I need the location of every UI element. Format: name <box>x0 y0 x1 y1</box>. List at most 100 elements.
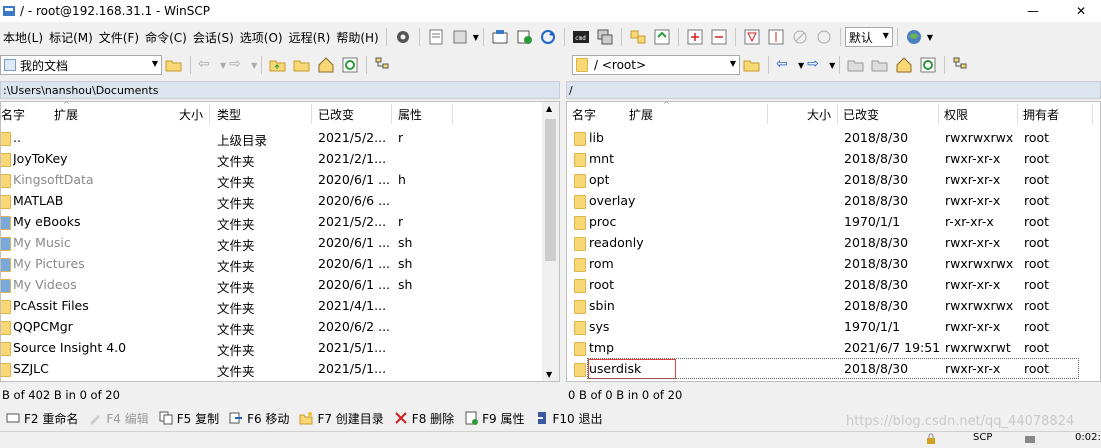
menu-remote[interactable]: 远程(R) <box>286 29 334 46</box>
table-row[interactable]: mnt 2018/8/30 rwxr-xr-x root <box>567 148 1087 169</box>
right-location-select[interactable]: / <root> ▼ <box>572 55 740 75</box>
scroll-down-icon[interactable]: ▼ <box>546 370 552 379</box>
column-name[interactable]: 名字 <box>1 106 25 123</box>
menu-session[interactable]: 会话(S) <box>190 29 237 46</box>
f5-copy-button[interactable]: F5 复制 <box>159 410 219 427</box>
parent-dir-icon[interactable] <box>847 56 865 74</box>
menu-local[interactable]: 本地(L) <box>0 29 46 46</box>
back-icon[interactable]: ⇦ <box>198 56 216 74</box>
reload-icon[interactable] <box>815 28 833 46</box>
folder-icon <box>574 235 586 251</box>
file-rights: rwxr-xr-x <box>945 361 1001 376</box>
clear-icon[interactable] <box>791 28 809 46</box>
table-row[interactable]: QQPCMgr 文件夹 2020/6/2 ... <box>1 316 544 337</box>
tree-icon[interactable] <box>952 56 970 74</box>
select-plus-icon[interactable] <box>686 28 704 46</box>
forward-icon[interactable]: ⇨ <box>807 56 825 74</box>
menu-file[interactable]: 文件(F) <box>96 29 142 46</box>
column-size[interactable]: 大小 <box>807 106 831 123</box>
select-minus-icon[interactable] <box>710 28 728 46</box>
right-file-panel[interactable]: 名字 扩展 ^ 大小 已改变 权限 拥有者 lib 2018/8/30 rwxrwx… <box>566 101 1101 382</box>
column-rights[interactable]: 权限 <box>944 106 968 123</box>
left-location-select[interactable]: 我的文档 ▼ <box>0 55 162 75</box>
synchronize-icon[interactable] <box>653 28 671 46</box>
forward-icon[interactable]: ⇨ <box>229 56 247 74</box>
table-row[interactable]: .. 上级目录 2021/5/2... r <box>1 127 544 148</box>
globe-icon[interactable] <box>905 28 923 46</box>
table-row[interactable]: overlay 2018/8/30 rwxr-xr-x root <box>567 190 1087 211</box>
table-row[interactable]: opt 2018/8/30 rwxr-xr-x root <box>567 169 1087 190</box>
new-session-icon[interactable] <box>515 28 533 46</box>
preferences-icon[interactable] <box>451 28 469 46</box>
table-row[interactable]: root 2018/8/30 rwxr-xr-x root <box>567 274 1087 295</box>
table-row[interactable]: My Pictures 文件夹 2020/6/1 ... sh <box>1 253 544 274</box>
close-button[interactable]: ✕ <box>1058 0 1101 22</box>
scroll-thumb[interactable] <box>545 119 556 261</box>
home-icon[interactable] <box>317 56 335 74</box>
root-dir-icon[interactable] <box>871 56 889 74</box>
menu-mark[interactable]: 标记(M) <box>46 29 96 46</box>
table-row[interactable]: My Music 文件夹 2020/6/1 ... sh <box>1 232 544 253</box>
f7-create-dir-button[interactable]: F7 创建目录 <box>299 410 384 427</box>
table-row[interactable]: My Videos 文件夹 2020/6/1 ... sh <box>1 274 544 295</box>
rename-edit-box[interactable] <box>588 359 676 379</box>
open-folder-icon[interactable] <box>743 56 761 74</box>
table-row[interactable]: Source Insight 4.0 文件夹 2021/5/1... <box>1 337 544 358</box>
left-scrollbar[interactable]: ▲ ▼ <box>542 102 559 381</box>
column-owner[interactable]: 拥有者 <box>1023 106 1059 123</box>
filter-icon[interactable] <box>743 28 761 46</box>
menu-options[interactable]: 选项(O) <box>237 29 286 46</box>
left-path-bar[interactable]: :\Users\nanshou\Documents <box>0 81 560 99</box>
table-row[interactable]: KingsoftData 文件夹 2020/6/1 ... h <box>1 169 544 190</box>
home-icon[interactable] <box>895 56 913 74</box>
table-row[interactable]: JoyToKey 文件夹 2021/2/1... <box>1 148 544 169</box>
table-row[interactable]: sys 1970/1/1 rwxr-xr-x root <box>567 316 1087 337</box>
table-row[interactable]: My eBooks 文件夹 2021/5/2... r <box>1 211 544 232</box>
column-attr[interactable]: 属性 <box>398 106 422 123</box>
table-row[interactable]: readonly 2018/8/30 rwxr-xr-x root <box>567 232 1087 253</box>
back-icon[interactable]: ⇦ <box>776 56 794 74</box>
table-row[interactable]: proc 1970/1/1 r-xr-xr-x root <box>567 211 1087 232</box>
left-file-panel[interactable]: 名字 扩展 ^ 大小 类型 已改变 属性 .. 上级目录 2021/5/2... r J… <box>0 101 560 382</box>
f9-properties-button[interactable]: F9 属性 <box>464 410 525 427</box>
minimize-button[interactable]: — <box>1010 0 1056 22</box>
right-path-bar[interactable]: / <box>566 81 1101 99</box>
gear-icon[interactable] <box>394 28 412 46</box>
refresh-icon[interactable] <box>539 28 557 46</box>
table-row[interactable]: sbin 2018/8/30 rwxrwxrwx root <box>567 295 1087 316</box>
root-dir-icon[interactable] <box>293 56 311 74</box>
compare-icon[interactable] <box>629 28 647 46</box>
column-type[interactable]: 类型 <box>217 106 241 123</box>
sort-icon[interactable] <box>767 28 785 46</box>
menu-command[interactable]: 命令(C) <box>142 29 190 46</box>
f8-delete-button[interactable]: F8 删除 <box>394 410 454 427</box>
menu-help[interactable]: 帮助(H) <box>333 29 381 46</box>
table-row[interactable]: PcAssit Files 文件夹 2021/4/1... <box>1 295 544 316</box>
open-folder-icon[interactable] <box>165 56 183 74</box>
column-size[interactable]: 大小 <box>179 106 203 123</box>
tree-icon[interactable] <box>374 56 392 74</box>
column-changed[interactable]: 已改变 <box>318 106 354 123</box>
f6-move-button[interactable]: F6 移动 <box>229 410 289 427</box>
table-row[interactable]: lib 2018/8/30 rwxrwxrwx root <box>567 127 1087 148</box>
f10-exit-button[interactable]: F10 退出 <box>535 410 603 427</box>
column-name[interactable]: 名字 <box>572 106 596 123</box>
column-ext[interactable]: 扩展 <box>629 106 653 123</box>
session-icon[interactable] <box>491 28 509 46</box>
scroll-up-icon[interactable]: ▲ <box>546 104 552 113</box>
refresh-icon[interactable] <box>919 56 937 74</box>
table-row[interactable]: tmp 2021/6/7 19:51 rwxrwxrwt root <box>567 337 1087 358</box>
f4-edit-button[interactable]: F4 编辑 <box>88 410 149 427</box>
column-changed[interactable]: 已改变 <box>843 106 879 123</box>
parent-dir-icon[interactable] <box>269 56 287 74</box>
f2-rename-button[interactable]: F2 重命名 <box>6 410 78 427</box>
transfer-settings-select[interactable]: 默认 ▼ <box>844 27 893 47</box>
table-row[interactable]: rom 2018/8/30 rwxrwxrwx root <box>567 253 1087 274</box>
table-row[interactable]: SZJLC 文件夹 2021/5/1... <box>1 358 544 379</box>
queue-icon[interactable] <box>427 28 445 46</box>
console-icon[interactable]: cmd <box>572 28 590 46</box>
refresh-icon[interactable] <box>341 56 359 74</box>
file-type: 上级目录 <box>217 133 268 148</box>
putty-icon[interactable] <box>596 28 614 46</box>
table-row[interactable]: MATLAB 文件夹 2020/6/6 ... <box>1 190 544 211</box>
